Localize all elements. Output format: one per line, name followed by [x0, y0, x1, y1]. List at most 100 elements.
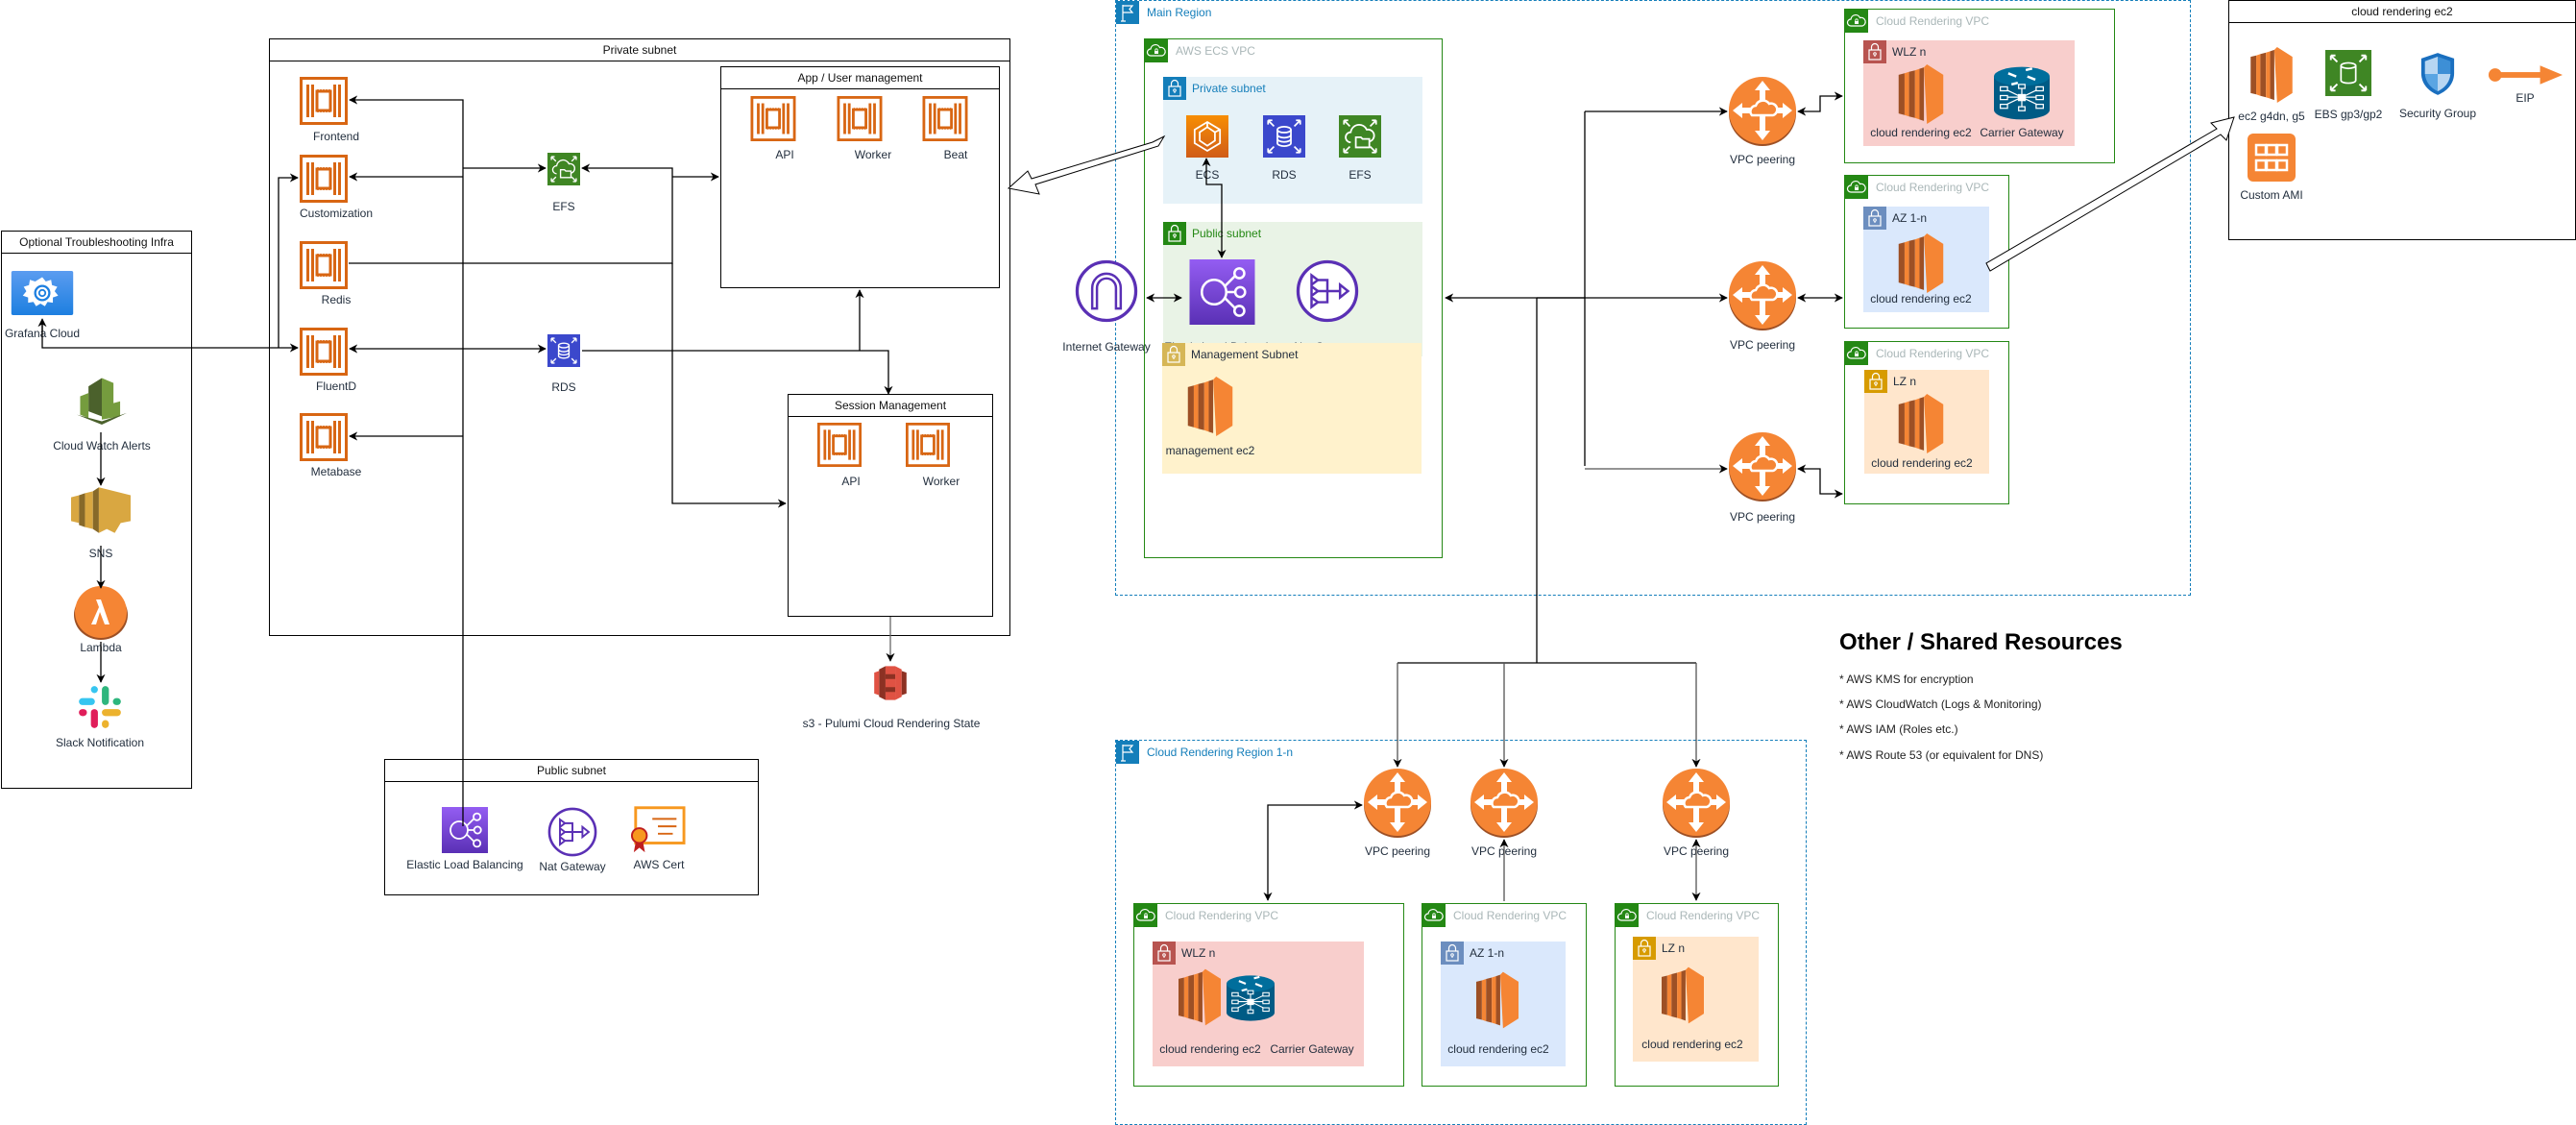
shared-resource-item: * AWS Route 53 (or equivalent for DNS)	[1839, 748, 2044, 762]
vpc-cloud-icon	[1422, 904, 1446, 927]
rds-icon[interactable]	[547, 327, 580, 375]
elastic-ip-icon[interactable]	[2488, 63, 2563, 86]
lock-icon	[1633, 937, 1656, 960]
vpc-cloud-icon	[1134, 904, 1157, 927]
zone-title: AZ 1-n	[1892, 211, 1928, 225]
container-icon[interactable]	[922, 96, 968, 141]
vpc-cloud-icon	[1145, 39, 1168, 62]
container-icon[interactable]	[905, 423, 951, 467]
vpc-peering-icon[interactable]	[1729, 77, 1796, 146]
slack-icon[interactable]	[75, 682, 125, 732]
rendering-vpc-title: Cloud Rendering VPC	[1876, 347, 1990, 360]
grafana-icon[interactable]	[10, 271, 75, 315]
vpc-peering-icon[interactable]	[1729, 432, 1796, 501]
vpc-peering-icon[interactable]	[1470, 769, 1538, 838]
efs-icon[interactable]	[1336, 115, 1384, 158]
lock-icon	[1863, 207, 1886, 230]
vpc-cloud-icon	[1616, 904, 1639, 927]
vpc-peering-icon[interactable]	[1729, 261, 1796, 330]
zone-title: LZ n	[1893, 375, 1917, 388]
load-balancer-icon[interactable]	[442, 807, 488, 853]
lambda-label: Lambda	[80, 641, 122, 654]
container-icon[interactable]	[300, 77, 348, 125]
app-management-title: App / User management	[721, 67, 999, 89]
ec2-label: cloud rendering ec2	[1447, 1042, 1549, 1056]
vpc-peering-icon[interactable]	[1364, 769, 1431, 838]
load-balancer-icon[interactable]	[1184, 259, 1260, 325]
ebs-label: EBS gp3/gp2	[2314, 108, 2383, 121]
carrier-gateway-icon[interactable]	[1988, 65, 2055, 121]
cloudwatch-icon[interactable]	[77, 371, 127, 428]
lock-icon	[1162, 343, 1185, 366]
zone-title: WLZ n	[1181, 946, 1216, 960]
ec2-instance-icon[interactable]	[1179, 967, 1221, 1027]
region-flag-icon	[1116, 741, 1139, 764]
ec2-label: cloud rendering ec2	[1641, 1038, 1743, 1051]
shared-resource-item: * AWS CloudWatch (Logs & Monitoring)	[1839, 697, 2042, 711]
rendering-vpc-title: Cloud Rendering VPC	[1453, 909, 1567, 922]
ec2-instance-icon[interactable]	[1476, 970, 1519, 1030]
region-flag-icon	[1116, 1, 1139, 24]
internet-gateway-icon[interactable]	[1069, 259, 1144, 323]
ecs-label: ECS	[1195, 168, 1220, 182]
ec2-label: cloud rendering ec2	[1870, 292, 1972, 306]
lambda-icon[interactable]	[74, 586, 128, 640]
certificate-icon[interactable]	[630, 805, 686, 853]
container-icon[interactable]	[300, 241, 348, 289]
ec2-type-label: ec2 g4dn, g5	[2238, 110, 2305, 123]
lock-icon	[1864, 370, 1887, 393]
ec2-instance-icon[interactable]	[2248, 47, 2296, 103]
ecs-efs-label: EFS	[1349, 168, 1372, 182]
rendering-vpc-title: Cloud Rendering VPC	[1876, 181, 1990, 194]
lock-icon	[1153, 942, 1176, 965]
app-worker-label: Worker	[854, 148, 892, 161]
shared-resource-item: * AWS KMS for encryption	[1839, 673, 1974, 686]
zone-title: WLZ n	[1892, 45, 1927, 59]
container-icon[interactable]	[837, 96, 883, 141]
ec2-instance-icon[interactable]	[1181, 377, 1239, 436]
vpc-peering-icon[interactable]	[1663, 769, 1730, 838]
container-icon[interactable]	[300, 328, 348, 376]
service-label-fluentd: FluentD	[315, 379, 357, 393]
ecs-icon[interactable]	[1183, 115, 1231, 158]
container-icon[interactable]	[816, 423, 863, 467]
carrier-gateway-label: Carrier Gateway	[1270, 1042, 1354, 1056]
public-elb-label: Elastic Load Balancing	[406, 858, 523, 871]
eip-label: EIP	[2515, 91, 2535, 105]
ec2-instance-icon[interactable]	[1662, 966, 1704, 1025]
service-label-customization: Customization	[299, 207, 374, 220]
s3-bucket-icon[interactable]	[872, 663, 909, 703]
lock-icon	[1163, 222, 1186, 245]
private-subnet-title: Private subnet	[270, 39, 1009, 61]
nat-gateway-icon[interactable]	[547, 807, 597, 857]
ebs-volume-icon[interactable]	[2324, 50, 2372, 96]
vpc-peering-label: VPC peering	[1729, 153, 1796, 166]
s3-label: s3 - Pulumi Cloud Rendering State	[802, 717, 981, 730]
shared-resource-item: * AWS IAM (Roles etc.)	[1839, 722, 1958, 736]
container-icon[interactable]	[300, 155, 348, 203]
rendering-vpc-title: Cloud Rendering VPC	[1646, 909, 1761, 922]
carrier-gateway-label: Carrier Gateway	[1980, 126, 2064, 139]
ami-icon[interactable]	[2248, 134, 2296, 182]
ec2-instance-icon[interactable]	[1892, 64, 1950, 124]
sns-icon[interactable]	[71, 485, 131, 535]
vpc-peering-label: VPC peering	[1729, 510, 1796, 524]
container-icon[interactable]	[300, 413, 348, 461]
public-nat-label: Nat Gateway	[539, 860, 606, 873]
rds-icon[interactable]	[1260, 115, 1308, 158]
ec2-instance-icon[interactable]	[1892, 233, 1950, 293]
app-api-label: API	[775, 148, 794, 161]
vpc-peering-label: VPC peering	[1729, 338, 1796, 352]
ec2-instance-icon[interactable]	[1892, 394, 1950, 453]
container-icon[interactable]	[750, 96, 796, 141]
security-group-label: Security Group	[2398, 107, 2477, 120]
vpc-cloud-icon	[1845, 342, 1868, 365]
ecs-rds-label: RDS	[1272, 168, 1297, 182]
security-group-icon[interactable]	[2419, 51, 2456, 97]
carrier-gateway-icon[interactable]	[1227, 968, 1275, 1028]
nat-gateway-icon[interactable]	[1290, 259, 1365, 323]
shared-resources-title: Other / Shared Resources	[1839, 629, 2123, 655]
efs-icon[interactable]	[547, 145, 580, 193]
session-management-title: Session Management	[789, 395, 992, 417]
lock-icon	[1863, 40, 1886, 63]
